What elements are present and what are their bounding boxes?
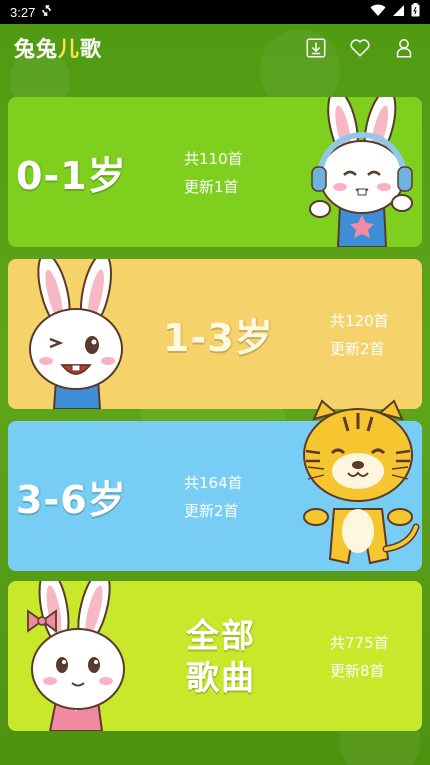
download-button[interactable] xyxy=(304,36,328,60)
tiger-mascot xyxy=(303,399,420,565)
signal-icon xyxy=(392,4,405,21)
app-bar: 兔兔儿歌 xyxy=(0,24,430,72)
card-total: 共775首 xyxy=(330,634,389,652)
profile-button[interactable] xyxy=(392,36,416,60)
battery-icon xyxy=(411,3,420,21)
user-icon xyxy=(396,39,412,58)
wifi-icon xyxy=(370,4,386,21)
card-updated: 更新2首 xyxy=(184,502,239,520)
card-stats: 共164首 更新2首 xyxy=(184,469,243,525)
card-stats: 共110首 更新1首 xyxy=(184,145,243,201)
card-age-label: 3-6岁 xyxy=(16,478,127,522)
category-card-3-6[interactable]: 3-6岁 共164首 更新2首 xyxy=(8,399,422,571)
category-card-0-1[interactable]: 0-1岁 共110首 更新1首 xyxy=(8,97,422,247)
card-stats: 共775首 更新8首 xyxy=(330,629,389,685)
card-updated: 更新2首 xyxy=(330,340,385,358)
card-stats: 共120首 更新2首 xyxy=(330,307,389,363)
heart-icon xyxy=(350,39,370,57)
favorites-button[interactable] xyxy=(348,36,372,60)
category-card-1-3[interactable]: 1-3岁 共120首 更新2首 xyxy=(8,259,422,409)
status-time: 3:27 xyxy=(10,4,36,20)
card-total: 共120首 xyxy=(330,312,389,330)
card-age-line2: 歌曲 xyxy=(186,658,256,697)
card-total: 共110首 xyxy=(184,150,243,168)
card-age-label: 全部 歌曲 xyxy=(186,615,256,699)
card-updated: 更新8首 xyxy=(330,662,385,680)
bunny-winking-mascot xyxy=(29,259,123,409)
card-age-label: 1-3岁 xyxy=(163,316,274,360)
card-total: 共164首 xyxy=(184,474,243,492)
sync-icon xyxy=(41,4,52,20)
app-title-part1: 兔兔 xyxy=(14,37,58,61)
status-bar: 3:27 xyxy=(0,0,430,24)
app-title-highlight: 儿 xyxy=(58,37,80,61)
app-actions xyxy=(304,36,416,60)
card-age-line1: 全部 xyxy=(186,616,256,655)
category-card-all[interactable]: 全部 歌曲 共775首 更新8首 xyxy=(8,581,422,731)
card-updated: 更新1首 xyxy=(184,178,239,196)
bunny-girl-mascot xyxy=(27,581,125,731)
bunny-headphones-mascot xyxy=(309,97,413,247)
download-icon xyxy=(306,38,326,58)
app-title-part3: 歌 xyxy=(80,37,102,61)
card-age-label: 0-1岁 xyxy=(16,154,127,198)
app-title: 兔兔儿歌 xyxy=(14,33,102,63)
